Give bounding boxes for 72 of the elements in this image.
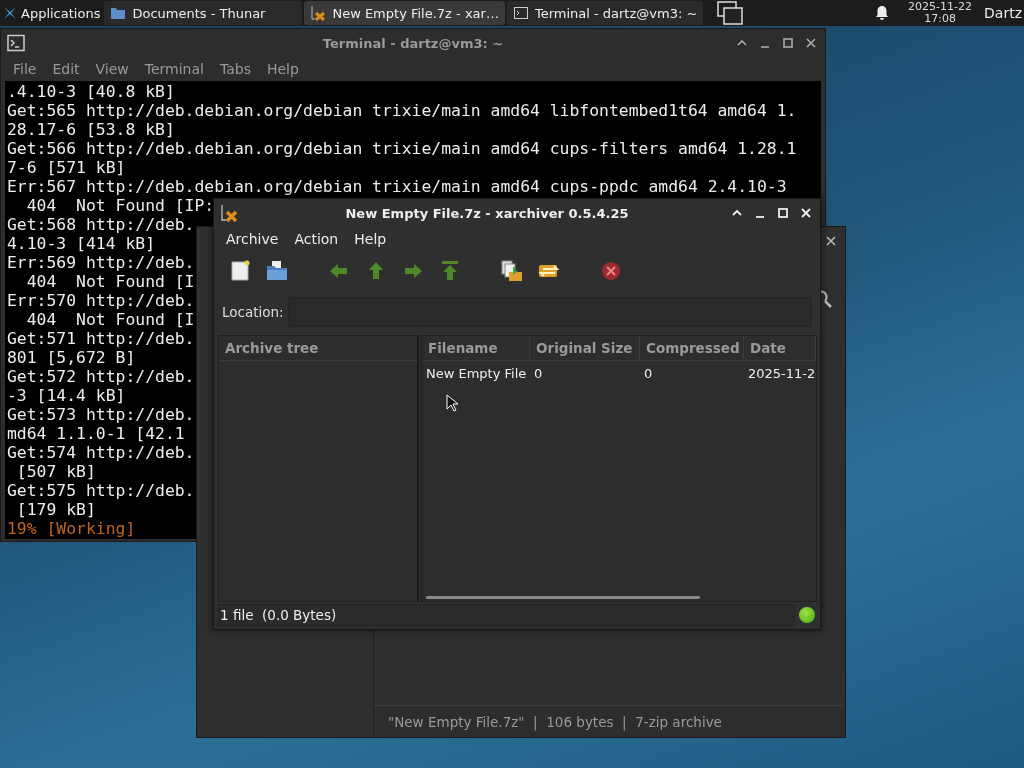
column-header[interactable]: Archive tree (219, 340, 319, 356)
terminal-line: [179 kB] (15, 500, 96, 519)
close-icon[interactable] (825, 235, 837, 247)
terminal-line: [507 kB] (15, 462, 96, 481)
taskbar-task[interactable]: New Empty File.7z - xar… (304, 1, 505, 25)
archive-icon (310, 5, 327, 21)
terminal-line: 404 Not Found [IP: (25, 196, 215, 215)
terminal-line: Err:569 http://deb. (7, 253, 195, 272)
terminal-line: md64 1.1.0-1 [42.1 (7, 424, 185, 443)
windows-icon[interactable] (715, 0, 746, 26)
column-header[interactable]: Original Size (530, 336, 640, 360)
terminal-line: 801 [5,672 B] (7, 348, 136, 367)
stop-icon[interactable] (599, 259, 623, 283)
terminal-line: 404 Not Found [I (25, 310, 195, 329)
window-title: Terminal - dartz@vm3: ~ (321, 35, 505, 51)
terminal-line: Get:575 http://deb. (7, 481, 195, 500)
terminal-line: 404 Not Found [I (25, 272, 195, 291)
menu-item[interactable]: File (5, 61, 45, 77)
menu-item[interactable]: Edit (44, 61, 88, 77)
applications-menu-button[interactable]: Applications (0, 0, 105, 26)
terminal-line: -3 [14.4 kB] (7, 386, 126, 405)
terminal-line: 4.10-3 [414 kB] (7, 234, 156, 253)
terminal-line: Err:570 http://deb. (7, 291, 195, 310)
terminal-line: Get:566 http://deb.debian.org/debian trixie/main amd64 cups-filters amd64 1.28.1 (7, 139, 797, 158)
column-header[interactable]: Filename (422, 336, 530, 360)
terminal-line: Get:573 http://deb. (7, 405, 195, 424)
status-text: 1 file (0.0 Bytes) (220, 607, 337, 623)
menu-item[interactable]: Action (286, 231, 347, 247)
terminal-icon (7, 34, 25, 52)
user-name[interactable]: Dartz (984, 5, 1024, 21)
folder-icon (110, 5, 127, 21)
date-text: 2025-11-22 (908, 1, 973, 13)
location-label: Location: (222, 304, 284, 320)
new-file-icon[interactable] (228, 259, 252, 283)
archive-icon (220, 204, 238, 222)
terminal-line: 28.17-6 [53.8 kB] (7, 120, 175, 139)
terminal-line: Err:567 http://deb.debian.org/debian trixie/main amd64 cups-ppdc amd64 2.4.10-3 (7, 177, 787, 196)
maximize-icon[interactable] (782, 37, 794, 49)
table-cell-text: 2025-11-2 (747, 365, 816, 381)
column-header[interactable]: Date (744, 336, 816, 360)
folder-icon[interactable] (265, 259, 289, 283)
ready-indicator-icon (799, 607, 815, 623)
terminal-line: Get:574 http://deb. (7, 443, 195, 462)
menu-item[interactable]: Terminal (136, 61, 212, 77)
mouse-pointer-icon (446, 394, 458, 412)
taskbar-task[interactable]: Terminal - dartz@vm3: ~ (506, 1, 704, 25)
window-title: New Empty File.7z - xarchiver 0.5.4.25 (344, 205, 630, 221)
terminal-line: 7-6 [571 kB] (7, 158, 126, 177)
scrollbar[interactable] (426, 596, 700, 599)
column-header[interactable]: Compressed (640, 336, 744, 360)
taskbar-task[interactable]: Documents - Thunar (104, 1, 303, 25)
menu-item[interactable]: Tabs (211, 61, 259, 77)
status-text: "New Empty File.7z" | 106 bytes | 7-zip archive (388, 713, 722, 730)
menu-item[interactable]: Help (258, 61, 307, 77)
extract-icon[interactable] (500, 259, 524, 283)
terminal-line: Get:571 http://deb. (7, 329, 195, 348)
table-cell-text: 0 (533, 365, 544, 381)
terminal-line: .4.10-3 [40.8 kB] (7, 82, 175, 101)
menu-item[interactable]: Archive (218, 231, 287, 247)
menu-item[interactable]: Help (346, 231, 395, 247)
mouse-logo-icon (2, 5, 18, 21)
bell-icon[interactable] (874, 5, 891, 21)
close-icon[interactable] (805, 37, 817, 49)
table-cell-text: New Empty File (425, 365, 528, 381)
terminal-line: Get:565 http://deb.debian.org/debian trixie/main amd64 libfontembed1t64 amd64 1. (7, 101, 797, 120)
terminal-icon (512, 5, 529, 21)
terminal-line: Get:568 http://deb. (7, 215, 195, 234)
progress-line: 19% [Working] (7, 519, 136, 538)
time-text: 17:08 (924, 13, 956, 25)
table-cell-text: 0 (643, 365, 654, 381)
menu-item[interactable]: View (87, 61, 137, 77)
terminal-line: Get:572 http://deb. (7, 367, 195, 386)
